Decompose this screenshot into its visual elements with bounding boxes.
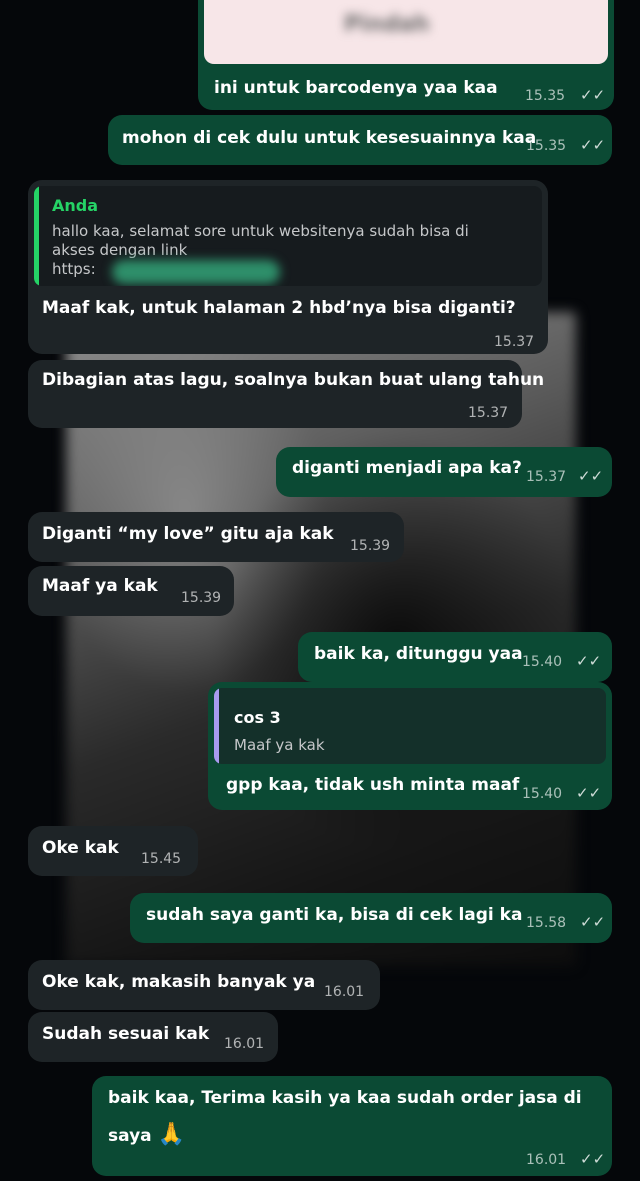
message-text: Diganti “my love” gitu aja kak [42,524,334,544]
image-preview[interactable]: Pindah [204,0,608,64]
message-text: Sudah sesuai kak [42,1024,210,1044]
message-incoming[interactable]: Oke kak 15.45 [28,826,198,876]
quoted-message[interactable]: Anda hallo kaa, selamat sore untuk websi… [34,186,542,286]
message-text: Oke kak, makasih banyak ya [42,972,316,992]
quote-author: Anda [52,196,99,215]
message-text: gpp kaa, tidak ush minta maaf [226,775,520,795]
quote-bar [34,186,39,286]
message-outgoing[interactable]: sudah saya ganti ka, bisa di cek lagi ka… [130,893,612,943]
message-text: diganti menjadi apa ka? [292,458,522,478]
message-time: 16.01 [526,1152,567,1168]
double-check-icon: ✓✓ [580,86,606,104]
message-text: Maaf kak, untuk halaman 2 hbd’nya bisa d… [42,298,516,318]
message-incoming[interactable]: Diganti “my love” gitu aja kak 15.39 [28,512,404,562]
quote-bar [214,688,219,764]
message-time: 16.01 [324,984,365,1000]
message-text: Maaf ya kak [42,576,158,596]
message-text: Dibagian atas lagu, soalnya bukan buat u… [42,370,545,390]
message-incoming[interactable]: Oke kak, makasih banyak ya 16.01 [28,960,380,1010]
double-check-icon: ✓✓ [578,467,604,485]
quote-text: Maaf ya kak [234,736,325,754]
message-time: 15.37 [468,405,509,421]
message-time: 15.40 [522,654,563,670]
message-text: mohon di cek dulu untuk kesesuainnya kaa [122,128,537,148]
message-time: 15.45 [141,851,182,867]
message-outgoing[interactable]: mohon di cek dulu untuk kesesuainnya kaa… [108,115,612,165]
double-check-icon: ✓✓ [580,1150,606,1168]
double-check-icon: ✓✓ [576,652,602,670]
message-text: saya 🙏 [108,1124,185,1147]
double-check-icon: ✓✓ [580,913,606,931]
message-outgoing[interactable]: baik kaa, Terima kasih ya kaa sudah orde… [92,1076,612,1176]
message-incoming[interactable]: Dibagian atas lagu, soalnya bukan buat u… [28,360,544,428]
message-outgoing[interactable]: baik ka, ditunggu yaa 15.40 ✓✓ [298,632,612,682]
message-time: 15.37 [526,469,567,485]
quote-text-line: akses dengan link [52,241,188,259]
message-incoming[interactable]: Maaf ya kak 15.39 [28,566,234,616]
quote-text-line: https: [52,260,96,278]
double-check-icon: ✓✓ [576,784,602,802]
message-time: 15.37 [494,334,535,350]
message-text: baik kaa, Terima kasih ya kaa sudah orde… [108,1088,582,1108]
message-outgoing[interactable]: diganti menjadi apa ka? 15.37 ✓✓ [276,447,612,497]
message-text: Oke kak [42,838,119,858]
message-incoming-reply[interactable]: Anda hallo kaa, selamat sore untuk websi… [28,180,548,354]
blurred-caption: Pindah [344,12,430,37]
quote-author: cos 3 [234,708,281,727]
message-time: 15.39 [350,538,391,554]
folded-hands-emoji: 🙏 [157,1122,185,1147]
message-time: 15.39 [181,590,222,606]
message-text-line: saya [108,1126,152,1146]
message-outgoing-image[interactable]: Pindah ini untuk barcodenya yaa kaa 15.3… [198,0,614,110]
message-text: baik ka, ditunggu yaa [314,644,523,664]
message-time: 15.35 [525,88,566,104]
message-text: ini untuk barcodenya yaa kaa [214,78,498,98]
message-time: 15.58 [526,915,567,931]
redacted-link [112,260,280,284]
message-time: 15.40 [522,786,563,802]
quoted-message[interactable]: cos 3 Maaf ya kak [214,688,606,764]
quote-text-line: hallo kaa, selamat sore untuk websitenya… [52,222,469,240]
message-time: 15.35 [526,138,567,154]
message-text: sudah saya ganti ka, bisa di cek lagi ka [146,905,523,925]
message-outgoing-reply[interactable]: cos 3 Maaf ya kak gpp kaa, tidak ush min… [208,682,612,810]
double-check-icon: ✓✓ [580,136,606,154]
message-time: 16.01 [224,1036,265,1052]
message-incoming[interactable]: Sudah sesuai kak 16.01 [28,1012,278,1062]
